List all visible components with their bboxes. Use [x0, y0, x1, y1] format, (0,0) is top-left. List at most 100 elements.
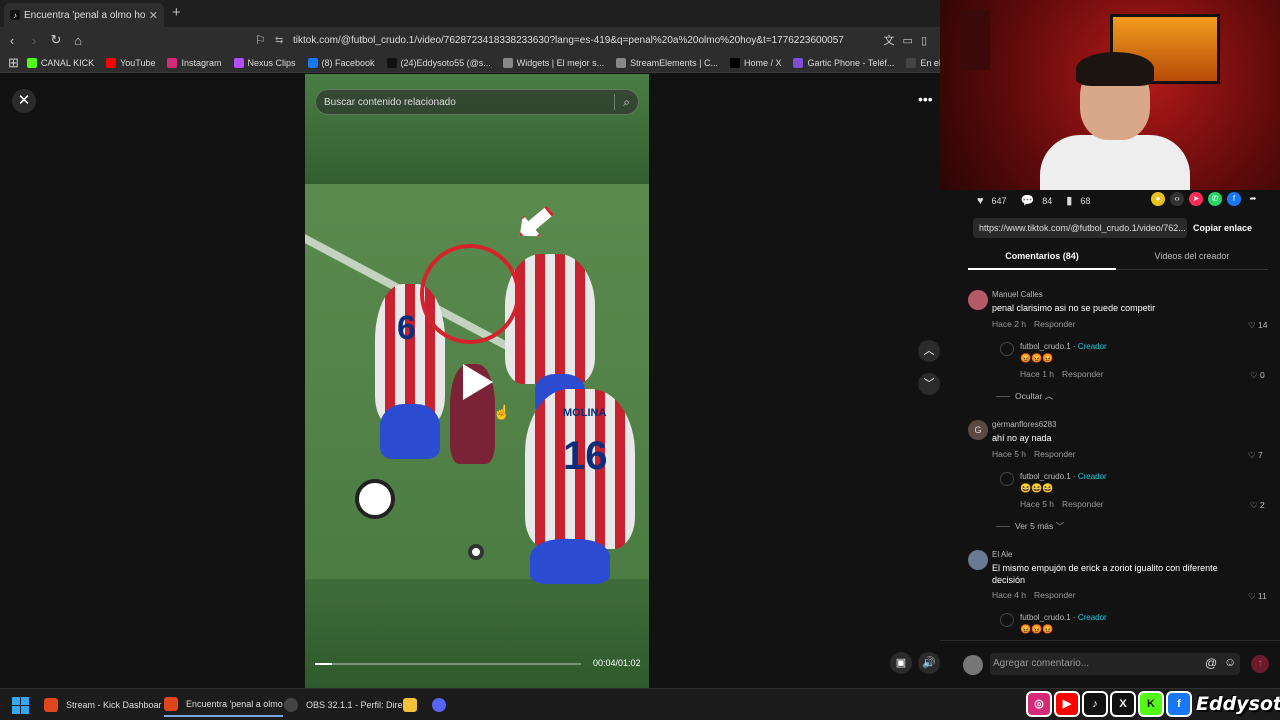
save-button[interactable]: ▮ 68	[1066, 194, 1090, 207]
bookmark-item[interactable]: (8) Facebook	[307, 57, 375, 68]
webcam-overlay	[940, 0, 1280, 190]
comment-likes[interactable]: ♡ 14	[1248, 320, 1267, 331]
send-comment-button[interactable]: ↑	[1251, 655, 1269, 673]
bookmark-label: (24)Eddysoto55 (@s...	[400, 57, 491, 68]
chevron-up-icon[interactable]: ︿	[918, 340, 940, 362]
comment-likes[interactable]: ♡ 11	[1248, 591, 1267, 602]
play-icon[interactable]	[463, 364, 493, 400]
avatar[interactable]	[1000, 472, 1014, 486]
windows-start-icon[interactable]	[12, 697, 29, 714]
panel-tabs: Comentarios (84) Videos del creador	[968, 248, 1268, 270]
reply-time: Hace 1 h	[1020, 369, 1055, 379]
search-icon[interactable]: ⌕	[623, 95, 630, 110]
hide-replies-button[interactable]: Ocultar ︿	[996, 390, 1053, 402]
reply-user[interactable]: futbol_crudo.1 · Creador	[1020, 342, 1107, 351]
bookmark-item[interactable]: StreamElements | C...	[616, 57, 718, 68]
player-right	[505, 254, 595, 384]
reply-button[interactable]: Responder	[1034, 319, 1076, 329]
reply-likes[interactable]: ♡ 2	[1250, 500, 1265, 511]
bookmark-item[interactable]: (24)Eddysoto55 (@s...	[386, 57, 491, 68]
like-button[interactable]: ♥ 647	[977, 195, 1007, 207]
browser-tab[interactable]: ♪ Encuentra 'penal a olmo hoy' ✕	[4, 3, 164, 27]
share-icon[interactable]: ➦	[1246, 192, 1260, 206]
comment-likes[interactable]: ♡ 7	[1248, 450, 1263, 461]
chevron-down-icon[interactable]: ﹀	[918, 373, 940, 395]
comment-input[interactable]: Agregar comentario...	[990, 653, 1240, 675]
like-count: 11	[1257, 591, 1267, 601]
comment-button[interactable]: 💬 84	[1021, 194, 1053, 207]
new-tab-button[interactable]: +	[172, 4, 181, 21]
site-info-icon[interactable]: ⇆	[275, 35, 293, 46]
bookmark-favicon-icon	[233, 57, 244, 68]
heart-icon: ♥	[977, 194, 984, 207]
related-search[interactable]: Buscar contenido relacionado ⌕	[315, 89, 639, 115]
facebook-icon[interactable]: f	[1227, 192, 1241, 206]
taskbar-item-explorer[interactable]	[403, 693, 425, 717]
comment-user[interactable]: germanflores6283	[992, 420, 1056, 429]
taskbar-item-tiktok[interactable]: Encuentra 'penal a olmo	[164, 693, 283, 717]
search-input[interactable]: Buscar contenido relacionado	[324, 97, 614, 108]
avatar[interactable]: G	[968, 420, 988, 440]
close-tab-icon[interactable]: ✕	[149, 9, 158, 22]
reply-button[interactable]: Responder	[1062, 369, 1104, 379]
more-options-icon[interactable]: •••	[918, 91, 933, 107]
back-icon[interactable]: ‹	[2, 33, 22, 48]
comment-text: penal clarisimo asi no se puede competir	[992, 303, 1156, 313]
comment-item: El Ale El mismo empujón de erick a zorio…	[968, 550, 1268, 602]
send-icon[interactable]: ➤	[1189, 192, 1203, 206]
progress-bar[interactable]	[315, 663, 581, 665]
whatsapp-icon[interactable]: ✆	[1208, 192, 1222, 206]
reply-button[interactable]: Responder	[1062, 499, 1104, 509]
copy-link-button[interactable]: Copiar enlace	[1193, 218, 1252, 238]
embed-icon[interactable]: ‹›	[1170, 192, 1184, 206]
view-more-replies-button[interactable]: Ver 5 más ﹀	[996, 520, 1064, 532]
bookmark-item[interactable]: Nexus Clips	[233, 57, 296, 68]
pip-icon[interactable]: ▣	[890, 652, 912, 674]
webcam-hair	[1076, 52, 1154, 86]
taskbar-item-stream[interactable]: Stream - Kick Dashboar	[44, 693, 162, 717]
reply-user[interactable]: futbol_crudo.1 · Creador	[1020, 472, 1107, 481]
webcam-shelf	[960, 10, 990, 70]
url-text[interactable]: tiktok.com/@futbol_crudo.1/video/7628723…	[293, 35, 884, 46]
reply-meta: Hace 5 h Responder	[1020, 499, 1112, 509]
emoji-icon[interactable]: ☺	[1224, 655, 1236, 669]
avatar[interactable]	[1000, 342, 1014, 356]
bookmark-item[interactable]: CANAL KICK	[26, 57, 94, 68]
bookmark-icon[interactable]: ⚐	[255, 33, 275, 47]
tab-creator-videos[interactable]: Videos del creador	[1118, 248, 1266, 264]
avatar[interactable]	[968, 290, 988, 310]
hide-label: Ocultar	[1015, 391, 1043, 401]
coin-icon[interactable]: ●	[1151, 192, 1165, 206]
video-link[interactable]: https://www.tiktok.com/@futbol_crudo.1/v…	[973, 218, 1187, 238]
reload-icon[interactable]: ↻	[46, 32, 66, 48]
bookmark-item[interactable]: Instagram	[167, 57, 222, 68]
comment-user[interactable]: El Ale	[992, 550, 1012, 559]
bookmark-label: Instagram	[181, 57, 222, 68]
bookmark-item[interactable]: YouTube	[106, 57, 155, 68]
reply-button[interactable]: Responder	[1034, 590, 1076, 600]
tab-comments[interactable]: Comentarios (84)	[968, 248, 1116, 270]
home-icon[interactable]: ⌂	[68, 33, 88, 48]
video-player[interactable]: 6 16 MOLINA ☝ Buscar contenido relaciona…	[305, 74, 649, 688]
comment-user[interactable]: Manuel Calles	[992, 290, 1043, 299]
bookmark-item[interactable]: Gartic Phone - Teléf...	[793, 57, 894, 68]
avatar[interactable]	[1000, 613, 1014, 627]
apps-icon[interactable]: ⊞	[8, 55, 19, 71]
volume-icon[interactable]: 🔊	[918, 652, 940, 674]
player-front-shorts	[530, 539, 610, 584]
forward-icon[interactable]: ›	[24, 33, 44, 48]
close-icon[interactable]: ✕	[12, 89, 36, 113]
comment-item: Manuel Calles penal clarisimo asi no se …	[968, 290, 1268, 330]
mention-icon[interactable]: @	[1205, 656, 1217, 670]
taskbar-item-obs[interactable]: OBS 32.1.1 - Perfil: Direct	[284, 693, 410, 717]
reply-button[interactable]: Responder	[1034, 449, 1076, 459]
bookmark-item[interactable]: Widgets | El mejor s...	[502, 57, 604, 68]
reply-user[interactable]: futbol_crudo.1 · Creador	[1020, 613, 1107, 622]
toolbar-icons[interactable]: 文▭▯	[884, 32, 935, 48]
avatar[interactable]	[968, 550, 988, 570]
comment-meta: Hace 2 h Responder	[992, 319, 1084, 329]
reply-likes[interactable]: ♡ 0	[1250, 370, 1265, 381]
bookmark-item[interactable]: Home / X	[729, 57, 781, 68]
taskbar-item-discord[interactable]	[432, 693, 454, 717]
address-bar[interactable]: ⚐ ⇆ tiktok.com/@futbol_crudo.1/video/762…	[255, 30, 935, 50]
